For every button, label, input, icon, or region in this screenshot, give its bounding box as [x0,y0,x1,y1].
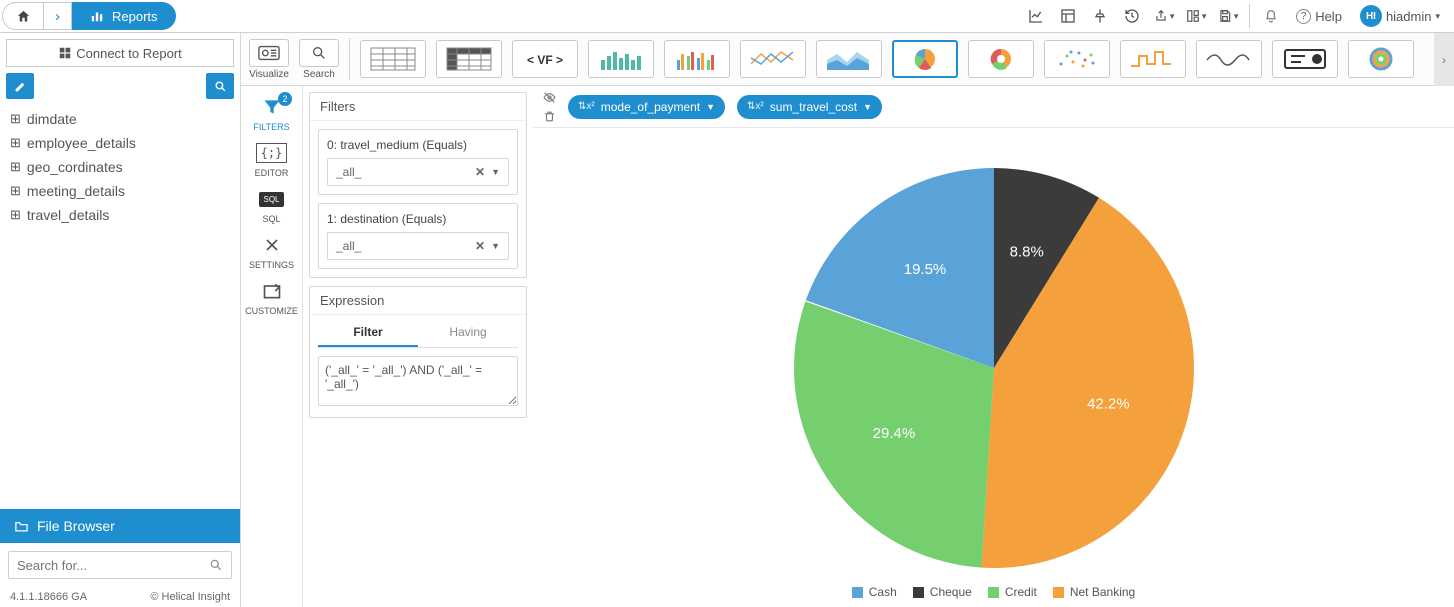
table-icon: ⊞ [10,159,21,175]
tool-filters[interactable]: 2 FILTERS [241,92,302,134]
settings-icon [262,235,282,255]
visualize-search-button[interactable]: Search [299,39,339,80]
avatar: HI [1360,5,1382,27]
toolbar-export-icon[interactable]: ▾ [1149,2,1179,30]
chart-type-donut[interactable] [968,40,1034,78]
chart-type-bar-multi[interactable] [664,40,730,78]
tool-settings[interactable]: SETTINGS [241,230,302,272]
chart-type-line[interactable] [740,40,806,78]
edit-button[interactable] [6,73,34,99]
visualize-icon [258,45,280,61]
legend-item[interactable]: Credit [988,585,1037,599]
toolbar-bell-icon[interactable] [1256,2,1286,30]
copyright-label: © Helical Insight [150,591,230,603]
search-input[interactable] [17,558,209,573]
pie-chart: 19.5% 8.8% 42.2% 29.4% [784,158,1204,578]
svg-text:19.5%: 19.5% [903,260,946,277]
user-menu[interactable]: HI hiadmin ▾ [1352,5,1448,27]
toolbar-chart-icon[interactable] [1021,2,1051,30]
connect-report-label: Connect to Report [76,46,182,61]
svg-text:29.4%: 29.4% [872,425,915,442]
table-item[interactable]: ⊞employee_details [8,131,232,155]
chart-type-table[interactable] [360,40,426,78]
chart-type-card[interactable] [1272,40,1338,78]
table-item[interactable]: ⊞dimdate [8,107,232,131]
table-icon: ⊞ [10,183,21,199]
bar-chart-icon [90,9,104,23]
tab-filter[interactable]: Filter [318,319,418,347]
help-label: Help [1315,9,1342,24]
folder-icon [14,519,29,534]
filter-value-select[interactable]: _all_✕▼ [327,158,509,186]
search-icon [209,558,223,572]
chart-type-radial[interactable] [1348,40,1414,78]
toolbar-history-icon[interactable] [1117,2,1147,30]
svg-text:8.8%: 8.8% [1009,243,1043,260]
legend-item[interactable]: Cash [852,585,897,599]
chart-type-crosstab[interactable] [436,40,502,78]
svg-text:42.2%: 42.2% [1087,395,1130,412]
connect-report-button[interactable]: Connect to Report [6,39,234,67]
breadcrumb-reports-label: Reports [112,9,158,24]
table-icon: ⊞ [10,111,21,127]
toolbar-save-icon[interactable]: ▾ [1213,2,1243,30]
search-tables-button[interactable] [206,73,234,99]
visualize-button[interactable]: Visualize [249,39,289,80]
expression-textarea[interactable] [318,356,518,406]
pill-mode-of-payment[interactable]: ⇅x²mode_of_payment▼ [568,95,725,119]
chart-legend: Cash Cheque Credit Net Banking [533,585,1454,599]
legend-item[interactable]: Cheque [913,585,972,599]
chart-type-step[interactable] [1120,40,1186,78]
tab-having[interactable]: Having [418,319,518,347]
grid-icon [58,46,72,60]
tables-list: ⊞dimdate⊞employee_details⊞geo_cordinates… [0,105,240,509]
table-icon: ⊞ [10,135,21,151]
chart-type-pie[interactable] [892,40,958,78]
tool-customize[interactable]: CUSTOMIZE [241,276,302,318]
file-browser-label: File Browser [37,518,115,534]
table-item[interactable]: ⊞travel_details [8,203,232,227]
search-icon [214,80,227,93]
user-label: hiadmin [1386,9,1432,24]
help-button[interactable]: ? Help [1288,9,1350,24]
edit-icon [14,80,27,93]
toolbar-template-icon[interactable] [1053,2,1083,30]
filter-entry: 0: travel_medium (Equals)_all_✕▼ [318,129,518,195]
customize-icon [262,281,282,301]
filter-entry: 1: destination (Equals)_all_✕▼ [318,203,518,269]
chart-type-vf[interactable]: < VF > [512,40,578,78]
tool-editor[interactable]: {;} EDITOR [241,138,302,180]
toolbar-pin-icon[interactable] [1085,2,1115,30]
tool-sql[interactable]: SQL SQL [241,184,302,226]
chart-type-area[interactable] [816,40,882,78]
file-browser-button[interactable]: File Browser [0,509,240,543]
version-label: 4.1.1.18666 GA [10,591,87,603]
delete-icon[interactable] [543,110,556,123]
chart-types-scroll-right[interactable]: › [1434,33,1454,86]
toolbar-layout-icon[interactable]: ▾ [1181,2,1211,30]
chart-type-bar-single[interactable] [588,40,654,78]
home-button[interactable] [2,2,44,30]
filter-value-select[interactable]: _all_✕▼ [327,232,509,260]
pill-sum-travel-cost[interactable]: ⇅x²sum_travel_cost▼ [737,95,882,119]
expression-panel-title: Expression [310,287,526,315]
table-icon: ⊞ [10,207,21,223]
breadcrumb-reports[interactable]: Reports [72,2,176,30]
chart-type-scatter[interactable] [1044,40,1110,78]
chart-type-spline[interactable] [1196,40,1262,78]
svg-text:< VF >: < VF > [527,53,563,67]
search-icon [311,45,327,61]
table-item[interactable]: ⊞meeting_details [8,179,232,203]
home-icon [16,9,31,24]
eye-off-icon[interactable] [543,91,556,104]
filters-badge: 2 [278,92,292,106]
filters-panel-title: Filters [310,93,526,121]
table-item[interactable]: ⊞geo_cordinates [8,155,232,179]
breadcrumb-chevron[interactable]: › [44,2,72,30]
legend-item[interactable]: Net Banking [1053,585,1135,599]
